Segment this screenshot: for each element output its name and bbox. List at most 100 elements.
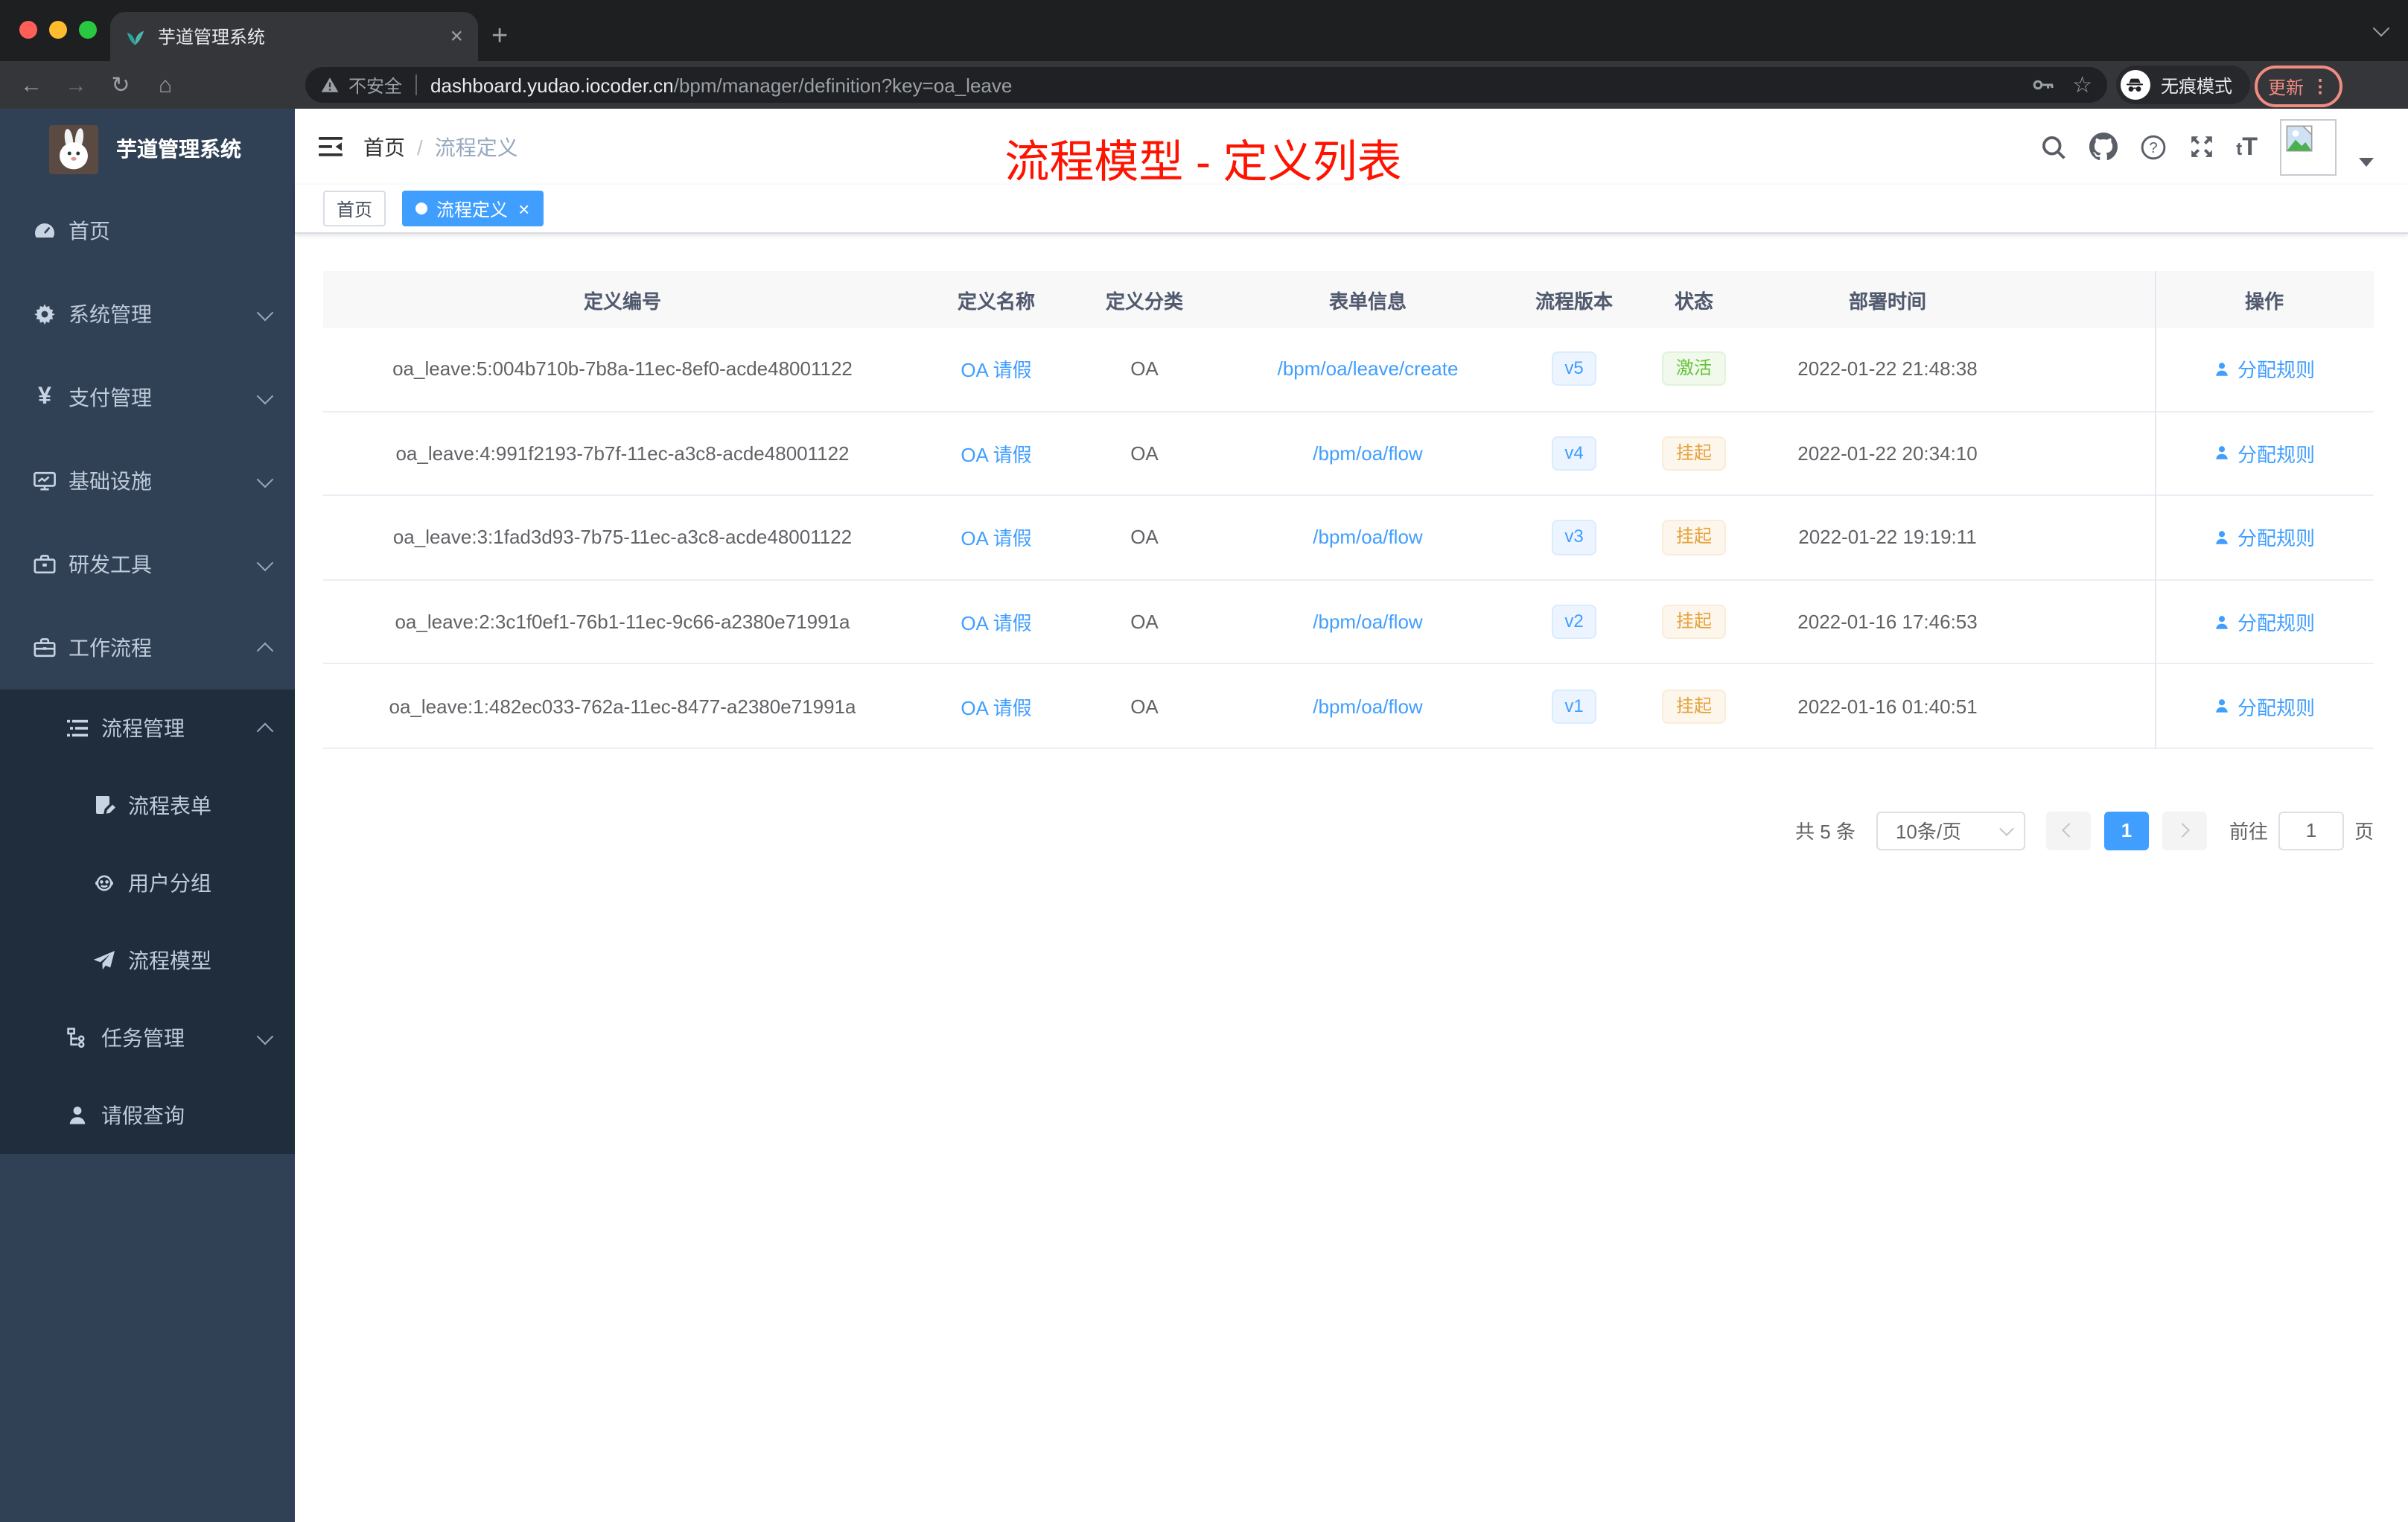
new-tab-button[interactable]: +: [491, 12, 508, 61]
form-link[interactable]: /bpm/oa/flow: [1313, 526, 1422, 549]
assign-rule-link[interactable]: 分配规则: [2214, 439, 2315, 468]
sidebar-item-label: 流程表单: [128, 794, 211, 818]
tag-process-definition[interactable]: 流程定义 ×: [402, 191, 544, 226]
table-row: oa_leave:1:482ec033-762a-11ec-8477-a2380…: [323, 664, 2374, 749]
assign-rule-link[interactable]: 分配规则: [2214, 523, 2315, 552]
prev-page-button[interactable]: [2045, 811, 2091, 850]
browser-menu-dots-icon[interactable]: ⋮: [2311, 76, 2329, 97]
browser-tab[interactable]: 芋道管理系统 ×: [110, 12, 478, 61]
not-secure-warning-icon: [320, 76, 340, 94]
tab-search-chevron-icon[interactable]: [2372, 19, 2390, 37]
table-row: oa_leave:5:004b710b-7b8a-11ec-8ef0-acde4…: [323, 328, 2374, 413]
next-page-button[interactable]: [2162, 811, 2207, 850]
font-size-icon[interactable]: tT: [2236, 134, 2258, 159]
version-badge: v3: [1551, 520, 1597, 555]
sidebar-item-devtools[interactable]: 研发工具: [0, 523, 295, 606]
sidebar-item-task-mgmt[interactable]: 任务管理: [0, 999, 295, 1077]
briefcase-icon: [33, 636, 57, 660]
definition-name-link[interactable]: OA 请假: [961, 523, 1031, 552]
goto-unit: 页: [2354, 821, 2374, 844]
sidebar-item-process-model[interactable]: 流程模型: [0, 922, 295, 999]
url-bar[interactable]: 不安全 dashboard.yudao.iocoder.cn /bpm/mana…: [305, 67, 2107, 103]
version-badge: v2: [1551, 604, 1597, 640]
col-header: 流程版本: [1535, 290, 1613, 312]
goto-page-input[interactable]: [2278, 811, 2344, 850]
sidebar-item-process-mgmt[interactable]: 流程管理: [0, 690, 295, 767]
goto-label: 前往: [2229, 821, 2268, 844]
sidebar-item-label: 工作流程: [69, 636, 152, 660]
chevron-down-icon: [256, 553, 274, 571]
security-label[interactable]: 不安全: [348, 72, 402, 98]
fullscreen-icon[interactable]: [2188, 134, 2214, 159]
minimize-window-button[interactable]: [49, 21, 67, 39]
sidebar-item-leave-query[interactable]: 请假查询: [0, 1077, 295, 1154]
close-window-button[interactable]: [19, 21, 37, 39]
form-link[interactable]: /bpm/oa/leave/create: [1278, 358, 1459, 380]
cell-definition-id: oa_leave:2:3c1f0ef1-76b1-11ec-9c66-a2380…: [395, 611, 850, 634]
cell-deploy-time: 2022-01-16 01:40:51: [1797, 695, 1978, 718]
avatar-caret-icon[interactable]: [2359, 158, 2374, 167]
page-size-select[interactable]: 10条/页: [1876, 811, 2025, 850]
form-link[interactable]: /bpm/oa/flow: [1313, 695, 1422, 717]
tag-close-icon[interactable]: ×: [518, 199, 529, 218]
breadcrumb-current: 流程定义: [434, 135, 518, 159]
tag-label: 流程定义: [436, 199, 509, 220]
sidebar-item-label: 支付管理: [69, 386, 152, 410]
chevron-down-icon: [256, 303, 274, 321]
maximize-window-button[interactable]: [79, 21, 97, 39]
github-icon[interactable]: [2089, 133, 2118, 161]
chevron-down-icon: [256, 470, 274, 488]
browser-update-button[interactable]: 更新 ⋮: [2254, 66, 2342, 107]
update-label[interactable]: 更新: [2268, 74, 2304, 99]
sidebar-item-home[interactable]: 首页: [0, 189, 295, 273]
assign-rule-link[interactable]: 分配规则: [2214, 608, 2315, 636]
definition-name-link[interactable]: OA 请假: [961, 439, 1031, 468]
app-logo: 芋道管理系统: [0, 109, 295, 189]
sidebar-item-system[interactable]: 系统管理: [0, 273, 295, 356]
url-path: /bpm/manager/definition?key=oa_leave: [673, 74, 1013, 96]
header-actions: ? tT: [2039, 109, 2374, 185]
table-row: oa_leave:4:991f2193-7b7f-11ec-a3c8-acde4…: [323, 412, 2374, 497]
breadcrumb-home[interactable]: 首页: [363, 132, 405, 162]
tag-label: 首页: [337, 199, 373, 220]
tag-home[interactable]: 首页: [323, 191, 386, 226]
assign-rule-link[interactable]: 分配规则: [2214, 355, 2315, 383]
browser-toolbar: ← → ↻ ⌂ 不安全 dashboard.yudao.iocoder.cn /…: [0, 61, 2408, 109]
version-badge: v1: [1551, 689, 1597, 724]
incognito-icon: [2120, 70, 2150, 100]
back-icon[interactable]: ←: [9, 72, 54, 98]
sidebar-item-payment[interactable]: ¥ 支付管理: [0, 356, 295, 439]
sidebar-item-workflow[interactable]: 工作流程: [0, 606, 295, 690]
forward-icon[interactable]: →: [54, 72, 98, 98]
reload-icon[interactable]: ↻: [98, 71, 143, 98]
broken-image-icon: [2286, 124, 2313, 151]
user-icon: [2217, 615, 2229, 628]
assign-rule-link[interactable]: 分配规则: [2214, 692, 2315, 720]
definition-name-link[interactable]: OA 请假: [961, 608, 1031, 636]
tab-close-icon[interactable]: ×: [450, 25, 463, 48]
chevron-right-icon: [2176, 824, 2191, 838]
cell-category: OA: [1130, 611, 1159, 634]
sidebar-item-user-group[interactable]: 用户分组: [0, 844, 295, 922]
form-link[interactable]: /bpm/oa/flow: [1313, 611, 1422, 633]
current-page-button[interactable]: 1: [2103, 811, 2149, 850]
cell-deploy-time: 2022-01-16 17:46:53: [1797, 611, 1978, 634]
password-key-icon[interactable]: [2030, 73, 2054, 97]
favicon-plant-icon: [125, 26, 146, 47]
form-link[interactable]: /bpm/oa/flow: [1313, 442, 1422, 465]
avatar[interactable]: [2280, 118, 2337, 175]
sidebar-item-infra[interactable]: 基础设施: [0, 439, 295, 523]
home-icon[interactable]: ⌂: [143, 72, 188, 98]
bookmark-star-icon[interactable]: ☆: [2072, 71, 2092, 98]
user-icon: [2217, 446, 2229, 460]
help-icon[interactable]: ?: [2139, 133, 2166, 160]
definition-name-link[interactable]: OA 请假: [961, 692, 1031, 720]
sidebar-item-label: 研发工具: [69, 553, 152, 576]
sidebar-item-process-form[interactable]: 流程表单: [0, 767, 295, 844]
table-header-row: 定义编号 定义名称 定义分类 表单信息 流程版本 状态 部署时间 操作: [323, 271, 2374, 328]
tree-icon: [66, 1026, 89, 1050]
sidebar-collapse-icon[interactable]: [319, 136, 343, 158]
definition-name-link[interactable]: OA 请假: [961, 355, 1031, 383]
search-icon[interactable]: [2039, 133, 2066, 160]
definition-table: 定义编号 定义名称 定义分类 表单信息 流程版本 状态 部署时间 操作 oa_l…: [323, 271, 2374, 749]
